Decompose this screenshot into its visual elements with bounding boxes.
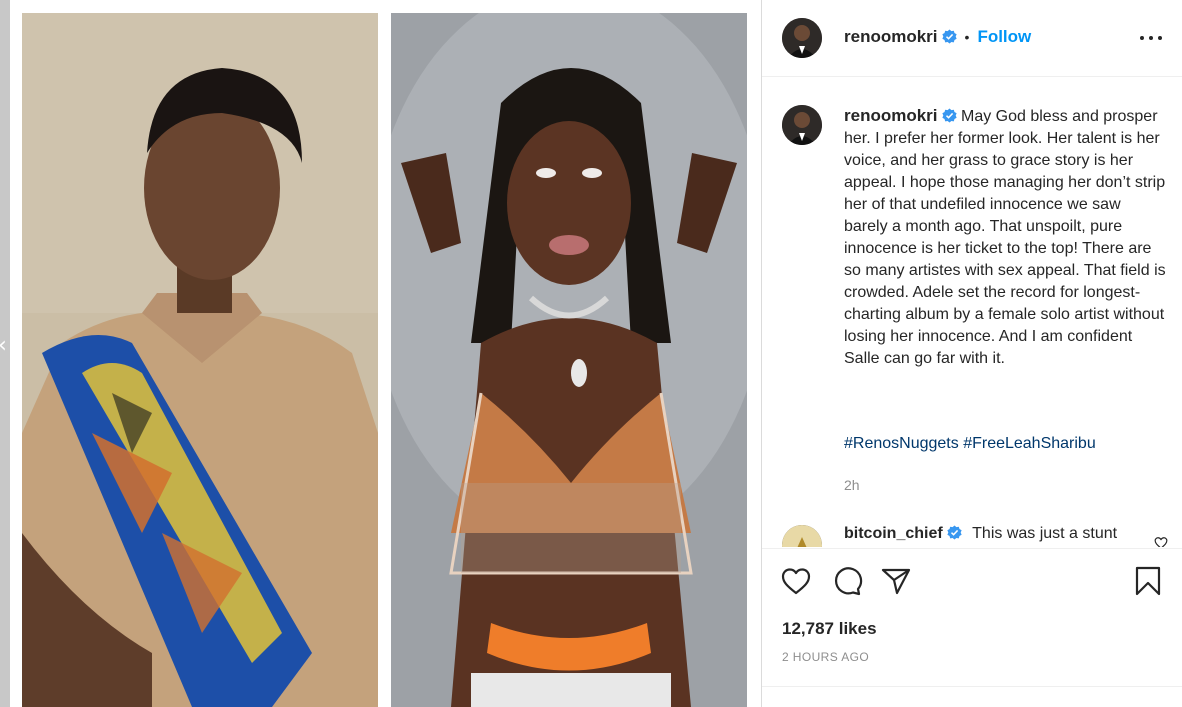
comment-icon[interactable] (831, 565, 863, 597)
caption-avatar[interactable] (782, 105, 822, 145)
post-image-after (391, 13, 747, 707)
caption-username[interactable]: renoomokri (844, 106, 938, 125)
chevron-left-icon[interactable]: ‹ (0, 333, 7, 358)
post-timestamp[interactable]: 2 HOURS AGO (782, 650, 869, 664)
avatar[interactable] (782, 18, 822, 58)
username-link[interactable]: renoomokri (844, 27, 938, 46)
comments-section: renoomokri May God bless and prosper her… (762, 77, 1182, 547)
reply-username[interactable]: bitcoin_chief (844, 525, 943, 542)
post-details-panel: renoomokri • Follow renoomokri May God ble… (761, 0, 1182, 707)
reply-avatar[interactable] (782, 525, 822, 547)
post-image-before (22, 13, 378, 707)
add-comment-bar[interactable] (762, 686, 1182, 707)
heart-icon[interactable] (780, 565, 812, 597)
verified-badge-icon (947, 525, 962, 540)
verified-badge-icon (941, 108, 957, 123)
reply-text: This was just a stunt (972, 525, 1118, 542)
separator-dot: • (964, 29, 970, 45)
reply-comment: bitcoin_chief This was just a stunt (844, 525, 1174, 543)
post-caption: renoomokri May God bless and prosper her… (844, 105, 1166, 370)
more-options-icon[interactable] (1140, 28, 1164, 48)
verified-badge-icon (941, 29, 957, 44)
paper-plane-icon[interactable] (880, 565, 912, 597)
caption-hashtags[interactable]: #RenosNuggets #FreeLeahSharibu (844, 435, 1096, 453)
post-media (10, 0, 761, 707)
post-actions: 12,787 likes 2 HOURS AGO (762, 548, 1182, 686)
caption-time[interactable]: 2h (844, 477, 860, 493)
likes-count[interactable]: 12,787 likes (782, 619, 877, 639)
post-header: renoomokri • Follow (762, 0, 1182, 77)
caption-text: May God bless and prosper her. I prefer … (844, 108, 1166, 367)
heart-icon[interactable] (1154, 536, 1168, 547)
follow-button[interactable]: Follow (977, 27, 1031, 46)
header-user-line: renoomokri • Follow (844, 27, 1031, 47)
bookmark-icon[interactable] (1132, 565, 1164, 597)
